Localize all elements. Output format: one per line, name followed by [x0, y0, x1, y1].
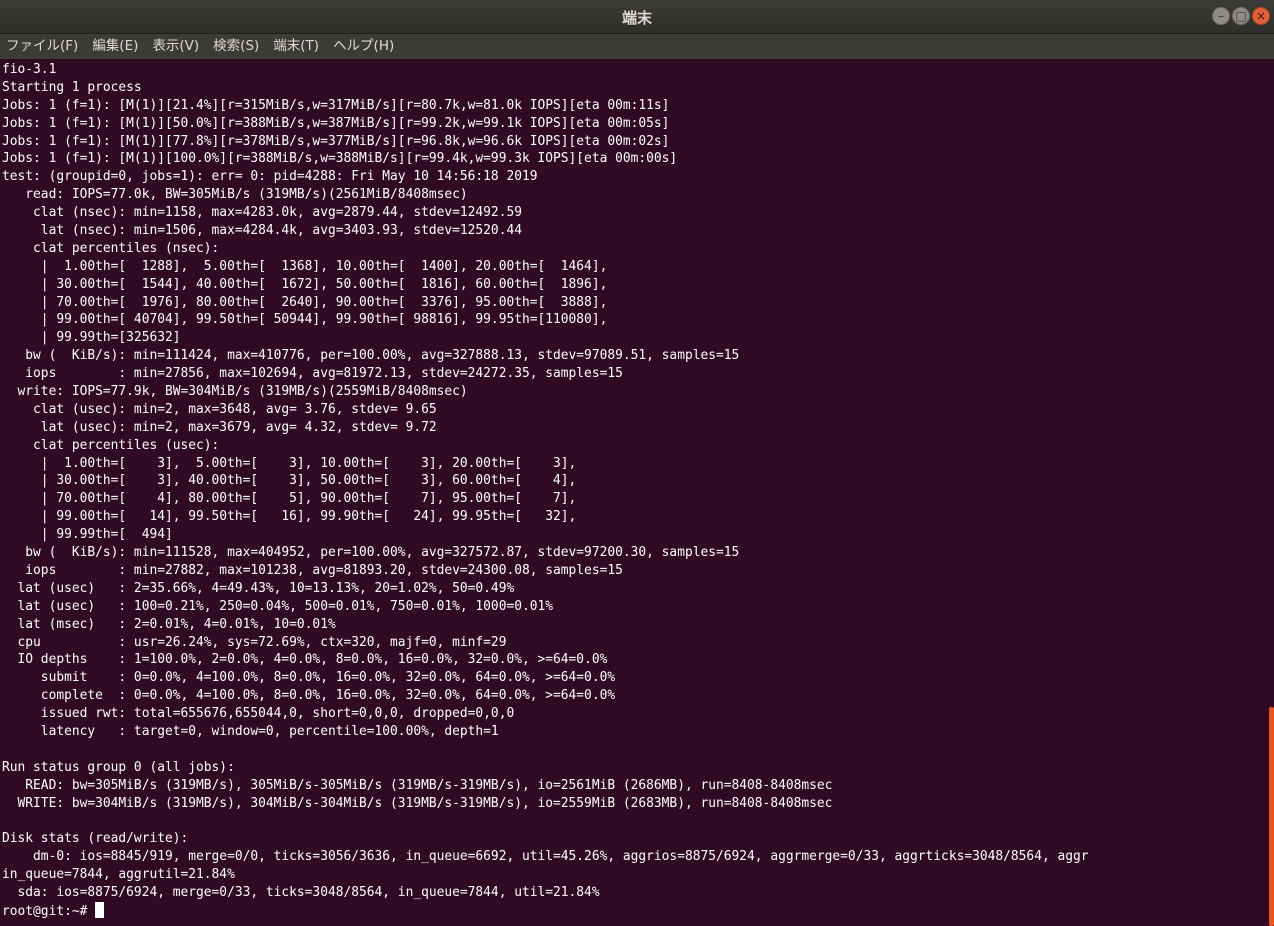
- terminal-line: IO depths : 1=100.0%, 2=0.0%, 4=0.0%, 8=…: [2, 652, 608, 668]
- window-title: 端末: [621, 9, 652, 27]
- terminal-line: cpu : usr=26.24%, sys=72.69%, ctx=320, m…: [2, 634, 507, 650]
- terminal-line: Jobs: 1 (f=1): [M(1)][50.0%][r=388MiB/s,…: [2, 115, 670, 131]
- terminal-line: Starting 1 process: [2, 79, 142, 95]
- terminal-line: READ: bw=305MiB/s (319MB/s), 305MiB/s-30…: [2, 777, 833, 793]
- terminal-line: clat (nsec): min=1158, max=4283.0k, avg=…: [2, 205, 522, 221]
- terminal-line: Jobs: 1 (f=1): [M(1)][100.0%][r=388MiB/s…: [2, 151, 678, 167]
- terminal-line: | 30.00th=[ 3], 40.00th=[ 3], 50.00th=[ …: [2, 473, 577, 489]
- minimize-icon[interactable]: –: [1212, 7, 1230, 25]
- title-bar[interactable]: 端末 – □ ×: [0, 0, 1274, 34]
- maximize-icon[interactable]: □: [1232, 7, 1250, 25]
- terminal-line: | 1.00th=[ 3], 5.00th=[ 3], 10.00th=[ 3]…: [2, 455, 577, 471]
- terminal-line: | 99.99th=[ 494]: [2, 527, 173, 543]
- terminal-line: bw ( KiB/s): min=111424, max=410776, per…: [2, 348, 740, 364]
- prompt-text: root@git:~#: [2, 903, 96, 919]
- menu-terminal[interactable]: 端末(T): [273, 34, 319, 59]
- menu-edit[interactable]: 編集(E): [92, 34, 138, 59]
- terminal-line: issued rwt: total=655676,655044,0, short…: [2, 706, 515, 722]
- terminal-line: lat (nsec): min=1506, max=4284.4k, avg=3…: [2, 223, 522, 239]
- terminal-line: bw ( KiB/s): min=111528, max=404952, per…: [2, 545, 740, 561]
- terminal-line: | 99.99th=[325632]: [2, 330, 181, 346]
- terminal-line: latency : target=0, window=0, percentile…: [2, 723, 499, 739]
- terminal-line: iops : min=27882, max=101238, avg=81893.…: [2, 562, 623, 578]
- menu-view[interactable]: 表示(V): [152, 34, 199, 59]
- terminal-line: write: IOPS=77.9k, BW=304MiB/s (319MB/s)…: [2, 384, 468, 400]
- terminal-line: fio-3.1: [2, 62, 57, 77]
- terminal-line: | 99.00th=[ 14], 99.50th=[ 16], 99.90th=…: [2, 509, 577, 525]
- terminal-line: | 99.00th=[ 40704], 99.50th=[ 50944], 99…: [2, 312, 608, 328]
- terminal-line: read: IOPS=77.0k, BW=305MiB/s (319MB/s)(…: [2, 187, 468, 203]
- terminal-output[interactable]: fio-3.1 Starting 1 process Jobs: 1 (f=1): …: [2, 61, 1264, 926]
- terminal-line: Jobs: 1 (f=1): [M(1)][21.4%][r=315MiB/s,…: [2, 97, 670, 113]
- terminal-line: Jobs: 1 (f=1): [M(1)][77.8%][r=378MiB/s,…: [2, 133, 670, 149]
- terminal-line: clat percentiles (usec):: [2, 437, 220, 453]
- terminal-line: Run status group 0 (all jobs):: [2, 759, 235, 775]
- terminal-line: test: (groupid=0, jobs=1): err= 0: pid=4…: [2, 169, 538, 185]
- terminal-line: clat (usec): min=2, max=3648, avg= 3.76,…: [2, 401, 437, 417]
- terminal-line: clat percentiles (nsec):: [2, 240, 220, 256]
- menu-bar: ファイル(F) 編集(E) 表示(V) 検索(S) 端末(T) ヘルプ(H): [0, 34, 1274, 59]
- terminal-line: lat (usec): min=2, max=3679, avg= 4.32, …: [2, 419, 437, 435]
- terminal-line: | 70.00th=[ 4], 80.00th=[ 5], 90.00th=[ …: [2, 491, 577, 507]
- terminal-line: Disk stats (read/write):: [2, 831, 189, 847]
- terminal-window: 端末 – □ × ファイル(F) 編集(E) 表示(V) 検索(S) 端末(T)…: [0, 0, 1274, 926]
- menu-file[interactable]: ファイル(F): [6, 34, 78, 59]
- terminal-line: lat (msec) : 2=0.01%, 4=0.01%, 10=0.01%: [2, 616, 336, 632]
- menu-search[interactable]: 検索(S): [213, 34, 259, 59]
- terminal-line: lat (usec) : 2=35.66%, 4=49.43%, 10=13.1…: [2, 580, 515, 596]
- close-icon[interactable]: ×: [1252, 7, 1270, 25]
- terminal-line: complete : 0=0.0%, 4=100.0%, 8=0.0%, 16=…: [2, 688, 616, 704]
- command-prompt[interactable]: root@git:~#: [2, 901, 1264, 920]
- terminal-line: in_queue=7844, aggrutil=21.84%: [2, 867, 235, 883]
- terminal-line: | 30.00th=[ 1544], 40.00th=[ 1672], 50.0…: [2, 276, 608, 292]
- terminal-line: dm-0: ios=8845/919, merge=0/0, ticks=305…: [2, 849, 1089, 865]
- terminal-line: lat (usec) : 100=0.21%, 250=0.04%, 500=0…: [2, 598, 554, 614]
- terminal-line: | 1.00th=[ 1288], 5.00th=[ 1368], 10.00t…: [2, 258, 608, 274]
- terminal-line: WRITE: bw=304MiB/s (319MB/s), 304MiB/s-3…: [2, 795, 833, 811]
- terminal-line: submit : 0=0.0%, 4=100.0%, 8=0.0%, 16=0.…: [2, 670, 616, 686]
- terminal-line: | 70.00th=[ 1976], 80.00th=[ 2640], 90.0…: [2, 294, 608, 310]
- scrollbar-thumb[interactable]: [1269, 707, 1274, 926]
- text-cursor: [95, 901, 105, 918]
- terminal-line: iops : min=27856, max=102694, avg=81972.…: [2, 366, 623, 382]
- menu-help[interactable]: ヘルプ(H): [333, 34, 394, 59]
- terminal-line: sda: ios=8875/6924, merge=0/33, ticks=30…: [2, 884, 600, 900]
